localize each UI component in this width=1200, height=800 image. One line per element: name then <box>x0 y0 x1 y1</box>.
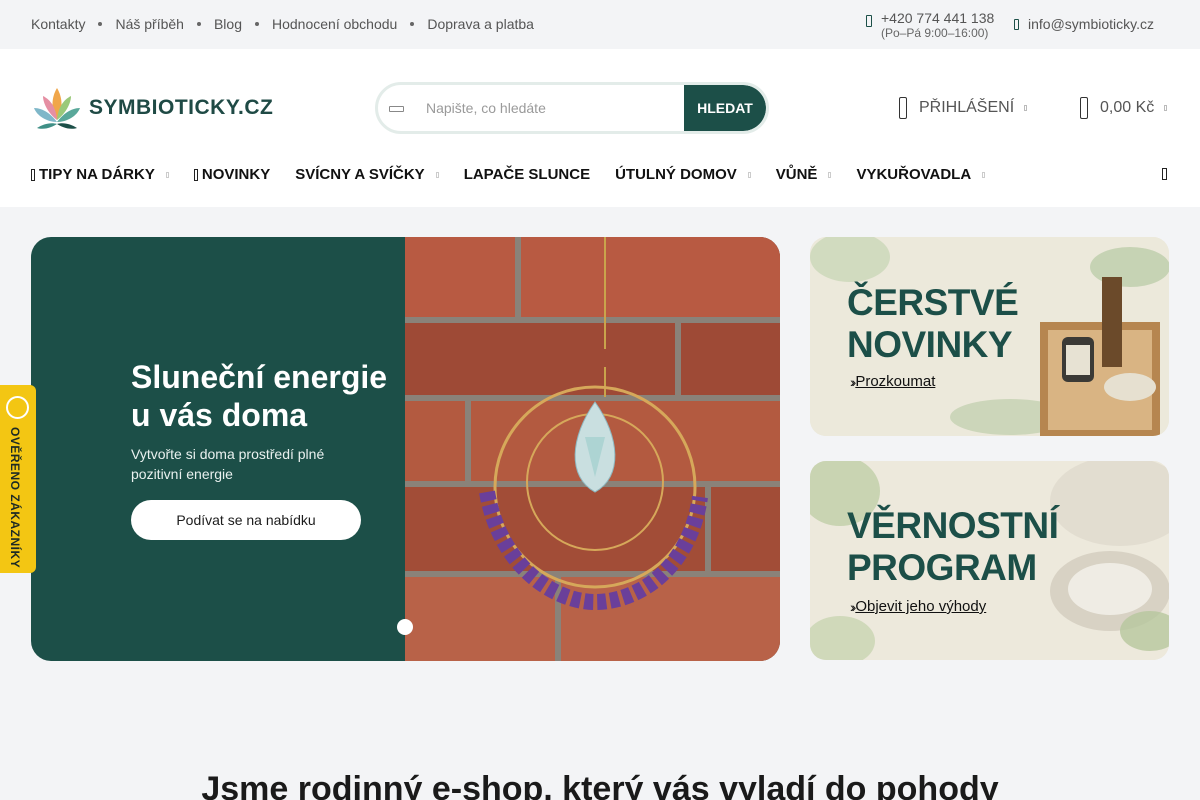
promo-title-line: NOVINKY <box>847 324 1013 365</box>
promo-title: VĚRNOSTNÍ PROGRAM <box>847 505 1059 589</box>
promo-link-text[interactable]: Prozkoumat <box>855 373 935 390</box>
logo-text: SYMBIOTICKY.CZ <box>89 96 274 119</box>
separator-dot <box>410 22 415 26</box>
nav-label: ÚTULNÝ DOMOV <box>615 166 737 183</box>
verified-customers-badge[interactable]: OVĚŘENO ZÁKAZNÍKY <box>0 385 36 573</box>
promo-title: ČERSTVÉ NOVINKY <box>847 282 1019 366</box>
top-link-hodnoceni[interactable]: Hodnocení obchodu <box>272 16 397 32</box>
promo-link[interactable]: ›› Objevit jeho výhody <box>850 598 986 615</box>
hero-banner[interactable]: Sluneční energie u vás doma Vytvořte si … <box>31 237 780 661</box>
chevron-down-icon <box>1024 105 1028 111</box>
top-bar: Kontakty Náš příběh Blog Hodnocení obcho… <box>0 0 1200 49</box>
double-chevron-icon: ›› <box>850 373 857 390</box>
nav-item-novinky[interactable]: NOVINKY <box>193 166 271 183</box>
lotus-logo-icon <box>34 88 80 129</box>
double-chevron-icon: ›› <box>850 598 857 615</box>
separator-dot <box>255 22 259 26</box>
promo-link[interactable]: ›› Prozkoumat <box>850 373 935 390</box>
chevron-down-icon <box>435 171 439 178</box>
promo-title-line: ČERSTVÉ <box>847 282 1019 323</box>
top-link-blog[interactable]: Blog <box>214 16 242 32</box>
suncatcher-image <box>405 237 780 661</box>
hero-title: Sluneční energie u vás doma <box>131 359 388 433</box>
section-headline: Jsme rodinný e-shop, který vás vyladí do… <box>201 770 999 800</box>
top-link-nas-pribeh[interactable]: Náš příběh <box>115 16 183 32</box>
user-icon <box>899 97 907 119</box>
site-logo[interactable]: SYMBIOTICKY.CZ <box>31 84 273 132</box>
gift-icon <box>31 168 35 181</box>
nav-search-icon[interactable] <box>1162 168 1167 180</box>
contact-email[interactable]: info@symbioticky.cz <box>1014 16 1154 32</box>
nav-item-utulny-domov[interactable]: ÚTULNÝ DOMOV <box>615 166 751 183</box>
promo-novinky[interactable]: ČERSTVÉ NOVINKY ›› Prozkoumat <box>810 237 1169 436</box>
nav-item-vune[interactable]: VŮNĚ <box>776 166 832 183</box>
nav-label: SVÍCNY A SVÍČKY <box>295 166 425 183</box>
nav-label: VŮNĚ <box>775 166 818 183</box>
badge-text: OVĚŘENO ZÁKAZNÍKY <box>8 427 22 569</box>
nav-item-lapace-slunce[interactable]: LAPAČE SLUNCE <box>464 166 590 183</box>
mail-icon <box>1014 18 1019 30</box>
phone-hours: (Po–Pá 9:00–16:00) <box>881 26 989 40</box>
promo-title-line: PROGRAM <box>847 547 1037 588</box>
chevron-down-icon <box>828 171 832 178</box>
chevron-down-icon <box>1164 105 1168 111</box>
separator-dot <box>98 22 103 26</box>
email-address[interactable]: info@symbioticky.cz <box>1028 16 1154 32</box>
phone-number[interactable]: +420 774 441 138 <box>881 10 994 26</box>
nav-label: LAPAČE SLUNCE <box>463 166 591 183</box>
seal-icon <box>6 396 29 419</box>
phone-icon <box>866 15 872 27</box>
cart-button[interactable]: 0,00 Kč <box>1080 97 1168 119</box>
chevron-down-icon <box>165 171 169 178</box>
promo-title-line: VĚRNOSTNÍ <box>847 505 1059 546</box>
promo-vernostni-program[interactable]: VĚRNOSTNÍ PROGRAM ›› Objevit jeho výhody <box>810 461 1169 660</box>
login-label: PŘIHLÁŠENÍ <box>919 99 1015 116</box>
separator-dot <box>196 22 201 26</box>
cart-total: 0,00 Kč <box>1100 99 1155 116</box>
nav-item-svicny[interactable]: SVÍCNY A SVÍČKY <box>295 166 439 183</box>
top-link-kontakty[interactable]: Kontakty <box>31 16 85 32</box>
contact-phone[interactable]: +420 774 441 138 (Po–Pá 9:00–16:00) <box>866 10 994 40</box>
nav-label: NOVINKY <box>201 166 271 183</box>
search-input[interactable] <box>414 85 684 131</box>
nav-label: VYKUŘOVADLA <box>856 166 972 183</box>
chevron-down-icon <box>982 171 986 178</box>
cart-icon <box>1080 97 1088 119</box>
search-button[interactable]: HLEDAT <box>684 85 766 131</box>
chevron-down-icon <box>747 171 751 178</box>
star-icon <box>193 168 198 181</box>
nav-label: TIPY NA DÁRKY <box>39 166 155 183</box>
search-box: HLEDAT <box>375 82 769 134</box>
hero-cta-button[interactable]: Podívat se na nabídku <box>131 500 361 540</box>
login-button[interactable]: PŘIHLÁŠENÍ <box>899 97 1028 119</box>
top-link-doprava[interactable]: Doprava a platba <box>427 16 534 32</box>
main-nav: TIPY NA DÁRKY NOVINKY SVÍCNY A SVÍČKY LA… <box>31 166 1010 183</box>
slider-dot[interactable] <box>397 619 413 635</box>
search-icon <box>389 106 404 112</box>
nav-item-vykurovadla[interactable]: VYKUŘOVADLA <box>856 166 986 183</box>
hero-subtitle: Vytvořte si doma prostředí plné pozitivn… <box>131 446 325 482</box>
top-links: Kontakty Náš příběh Blog Hodnocení obcho… <box>31 16 534 32</box>
promo-link-text[interactable]: Objevit jeho výhody <box>855 598 986 615</box>
nav-item-tipy-na-darky[interactable]: TIPY NA DÁRKY <box>31 166 169 183</box>
